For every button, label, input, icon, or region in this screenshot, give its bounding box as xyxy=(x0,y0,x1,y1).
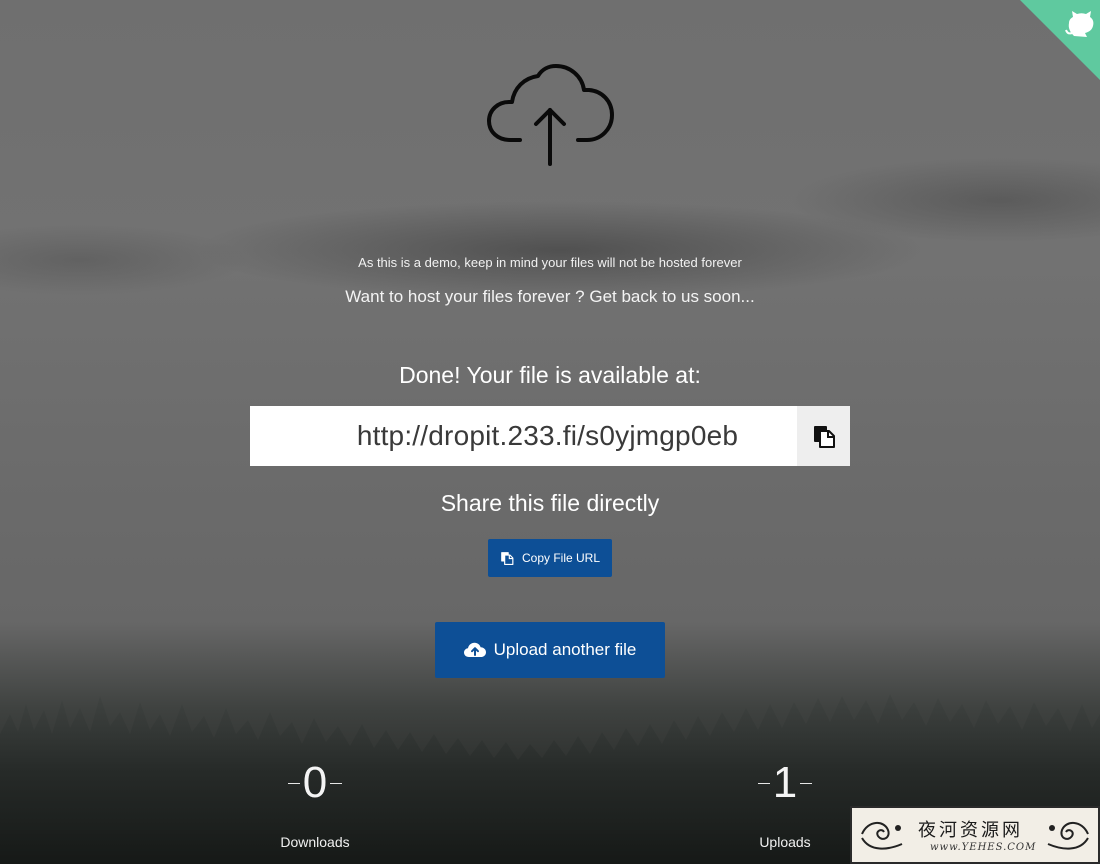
downloads-count: 0 xyxy=(302,758,328,807)
uploads-stat: 1 Uploads xyxy=(695,758,875,850)
ornament-icon xyxy=(1047,822,1089,850)
watermark-stamp: 夜河资源网 www.YEHES.COM xyxy=(850,806,1100,864)
copy-file-url-label: Copy File URL xyxy=(521,551,601,565)
result-heading: Done! Your file is available at: xyxy=(399,362,701,388)
upload-another-file-label: Upload another file xyxy=(493,640,637,659)
watermark-title: 夜河资源网 xyxy=(918,820,1023,841)
upload-another-file-button[interactable]: Upload another file xyxy=(435,622,665,678)
dash-decoration xyxy=(330,782,343,784)
downloads-label: Downloads xyxy=(280,834,350,850)
ornament-icon xyxy=(861,822,903,850)
uploads-count: 1 xyxy=(772,758,798,807)
file-url-box: http://dropit.233.fi/s0yjmgp0eb xyxy=(250,406,850,466)
copy-icon xyxy=(813,426,835,448)
dash-decoration xyxy=(757,782,770,784)
github-corner[interactable] xyxy=(1020,0,1100,80)
downloads-stat: 0 Downloads xyxy=(225,758,405,850)
copy-url-icon-button[interactable] xyxy=(797,406,850,466)
share-heading: Share this file directly xyxy=(440,490,660,516)
cloud-upload-icon xyxy=(487,64,614,166)
dash-decoration xyxy=(800,782,813,784)
watermark-url: www.YEHES.COM xyxy=(930,842,1037,853)
demo-notice: As this is a demo, keep in mind your fil… xyxy=(358,255,742,270)
file-url[interactable]: http://dropit.233.fi/s0yjmgp0eb xyxy=(250,406,797,466)
cloud-upload-solid-icon xyxy=(463,642,486,658)
copy-icon xyxy=(500,551,514,565)
host-forever-notice: Want to host your files forever ? Get ba… xyxy=(345,287,755,306)
uploads-label: Uploads xyxy=(759,834,811,850)
dash-decoration xyxy=(287,782,300,784)
copy-file-url-button[interactable]: Copy File URL xyxy=(488,539,612,577)
